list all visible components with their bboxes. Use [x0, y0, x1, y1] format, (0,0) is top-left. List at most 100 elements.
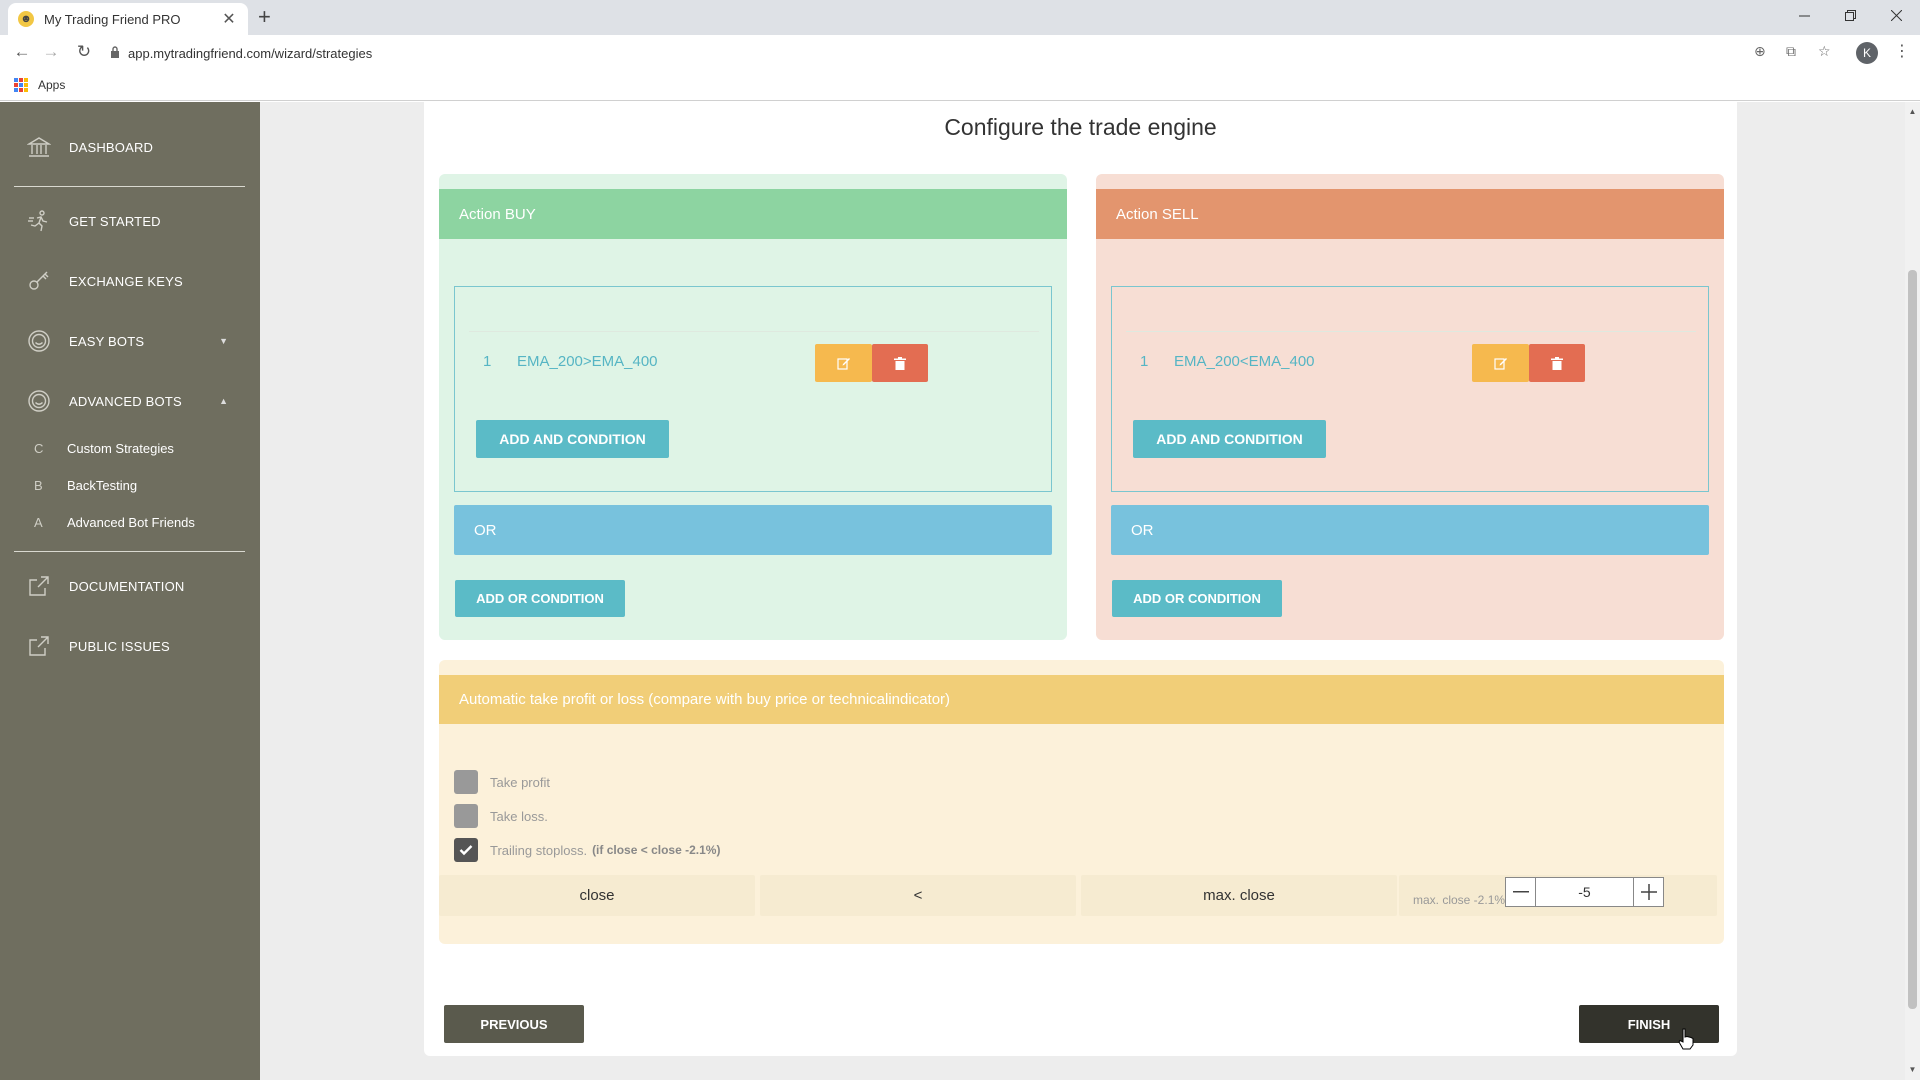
- condition-number: 1: [483, 353, 492, 370]
- expression-operator[interactable]: <: [760, 875, 1076, 916]
- address-bar[interactable]: app.mytradingfriend.com/wizard/strategie…: [110, 39, 1770, 67]
- trailing-stoploss-note: (if close < close -2.1%): [592, 843, 721, 857]
- browser-tab[interactable]: ☻ My Trading Friend PRO ✕: [8, 3, 248, 35]
- or-bar: OR: [1111, 505, 1709, 555]
- main-content: Configure the trade engine Action BUY 1 …: [260, 102, 1905, 1080]
- expression-right[interactable]: max. close: [1081, 875, 1397, 916]
- favicon-icon: ☻: [18, 11, 34, 27]
- profile-avatar[interactable]: K: [1856, 42, 1878, 64]
- smile-icon: [26, 388, 52, 414]
- sidebar-item-label: EASY BOTS: [69, 333, 145, 349]
- subitem-letter: C: [34, 440, 44, 456]
- divider: [469, 331, 1039, 332]
- subitem-label: Custom Strategies: [67, 440, 174, 456]
- address-bar-row: ← → ↻ app.mytradingfriend.com/wizard/str…: [0, 35, 1920, 70]
- sidebar-item-easy-bots[interactable]: EASY BOTS ▼: [0, 321, 260, 361]
- edit-icon: [1493, 358, 1507, 370]
- bank-icon: [26, 134, 52, 160]
- minimize-icon[interactable]: [1781, 0, 1827, 30]
- hand-cursor-icon: [1678, 1028, 1694, 1050]
- sidebar-subitem-backtesting[interactable]: B BackTesting: [0, 470, 260, 500]
- checkmark-icon: [459, 845, 473, 856]
- apps-grid-icon[interactable]: [14, 78, 28, 92]
- window-close-icon[interactable]: [1873, 0, 1919, 30]
- translate-icon[interactable]: ⧉: [1786, 43, 1796, 60]
- caret-up-icon: ▲: [219, 396, 228, 406]
- take-profit-panel: Automatic take profit or loss (compare w…: [439, 660, 1724, 944]
- sidebar-item-documentation[interactable]: DOCUMENTATION: [0, 566, 260, 606]
- browser-tabbar: ☻ My Trading Friend PRO ✕ +: [0, 0, 1920, 35]
- url-text: app.mytradingfriend.com/wizard/strategie…: [128, 45, 373, 61]
- trailing-stoploss-checkbox[interactable]: [454, 838, 478, 862]
- external-link-icon: [26, 573, 52, 599]
- sidebar: DASHBOARD GET STARTED EXCHANGE KEYS EASY…: [0, 102, 260, 1080]
- trash-icon: [894, 356, 906, 370]
- condition-text: EMA_200<EMA_400: [1174, 353, 1315, 370]
- key-icon: [26, 268, 52, 294]
- edit-condition-button[interactable]: [1472, 344, 1529, 382]
- back-icon[interactable]: ←: [11, 41, 33, 63]
- apps-bookmark[interactable]: Apps: [38, 78, 65, 92]
- subitem-label: BackTesting: [67, 477, 138, 493]
- forward-icon[interactable]: →: [40, 41, 62, 63]
- running-icon: [26, 208, 52, 234]
- sidebar-item-get-started[interactable]: GET STARTED: [0, 201, 260, 241]
- minus-icon[interactable]: [1506, 878, 1536, 906]
- browser-menu-icon[interactable]: ⋮: [1894, 41, 1910, 61]
- sidebar-item-dashboard[interactable]: DASHBOARD: [0, 127, 260, 167]
- delete-condition-button[interactable]: [1529, 344, 1585, 382]
- sell-panel-header: Action SELL: [1096, 189, 1724, 239]
- page-title: Configure the trade engine: [944, 114, 1217, 140]
- edit-icon: [836, 358, 850, 370]
- scroll-down-icon[interactable]: ▼: [1905, 1062, 1920, 1077]
- reload-icon[interactable]: ↻: [73, 41, 95, 63]
- sidebar-item-label: DASHBOARD: [69, 139, 154, 155]
- subitem-letter: A: [34, 514, 43, 530]
- bookmark-star-icon[interactable]: ☆: [1818, 43, 1831, 60]
- sidebar-item-label: ADVANCED BOTS: [69, 393, 182, 409]
- divider: [1126, 331, 1696, 332]
- sidebar-item-public-issues[interactable]: PUBLIC ISSUES: [0, 626, 260, 666]
- sidebar-item-advanced-bots[interactable]: ADVANCED BOTS ▲: [0, 381, 260, 421]
- trailing-stoploss-label: Trailing stoploss.: [490, 842, 588, 858]
- previous-button[interactable]: PREVIOUS: [444, 1005, 584, 1043]
- take-profit-header: Automatic take profit or loss (compare w…: [439, 675, 1724, 724]
- buy-panel: Action BUY 1 EMA_200>EMA_400 ADD AND CON…: [439, 174, 1067, 640]
- edit-condition-button[interactable]: [815, 344, 872, 382]
- caret-down-icon: ▼: [219, 336, 228, 346]
- add-and-condition-button[interactable]: ADD AND CONDITION: [476, 420, 669, 458]
- tab-close-icon[interactable]: ✕: [220, 9, 238, 29]
- sidebar-item-label: DOCUMENTATION: [69, 578, 185, 594]
- take-profit-checkbox[interactable]: [454, 770, 478, 794]
- sidebar-subitem-advanced-bot-friends[interactable]: A Advanced Bot Friends: [0, 507, 260, 537]
- add-or-condition-button[interactable]: ADD OR CONDITION: [455, 580, 625, 617]
- take-profit-row: Take profit: [454, 770, 550, 794]
- condition-number: 1: [1140, 353, 1149, 370]
- take-loss-checkbox[interactable]: [454, 804, 478, 828]
- expression-offset: max. close -2.1%: [1399, 875, 1717, 916]
- percent-stepper: [1505, 877, 1664, 907]
- delete-condition-button[interactable]: [872, 344, 928, 382]
- sidebar-item-exchange-keys[interactable]: EXCHANGE KEYS: [0, 261, 260, 301]
- buy-panel-header: Action BUY: [439, 189, 1067, 239]
- new-tab-button[interactable]: +: [258, 4, 271, 30]
- or-bar: OR: [454, 505, 1052, 555]
- sidebar-item-label: PUBLIC ISSUES: [69, 638, 170, 654]
- sidebar-subitem-custom-strategies[interactable]: C Custom Strategies: [0, 433, 260, 463]
- scroll-up-icon[interactable]: ▲: [1905, 104, 1920, 119]
- add-and-condition-button[interactable]: ADD AND CONDITION: [1133, 420, 1326, 458]
- page-scrollbar[interactable]: ▲ ▼: [1905, 102, 1920, 1080]
- stepper-input[interactable]: [1536, 878, 1633, 906]
- sidebar-divider: [14, 186, 245, 187]
- expression-hint: max. close -2.1%: [1413, 893, 1506, 907]
- scroll-thumb[interactable]: [1908, 270, 1917, 1009]
- restore-icon[interactable]: [1827, 0, 1873, 30]
- add-or-condition-button[interactable]: ADD OR CONDITION: [1112, 580, 1282, 617]
- expression-left[interactable]: close: [439, 875, 755, 916]
- sidebar-item-label: EXCHANGE KEYS: [69, 273, 183, 289]
- trash-icon: [1551, 356, 1563, 370]
- plus-icon[interactable]: [1633, 878, 1663, 906]
- install-icon[interactable]: ⊕: [1754, 43, 1766, 60]
- subitem-letter: B: [34, 477, 43, 493]
- finish-button[interactable]: FINISH: [1579, 1005, 1719, 1043]
